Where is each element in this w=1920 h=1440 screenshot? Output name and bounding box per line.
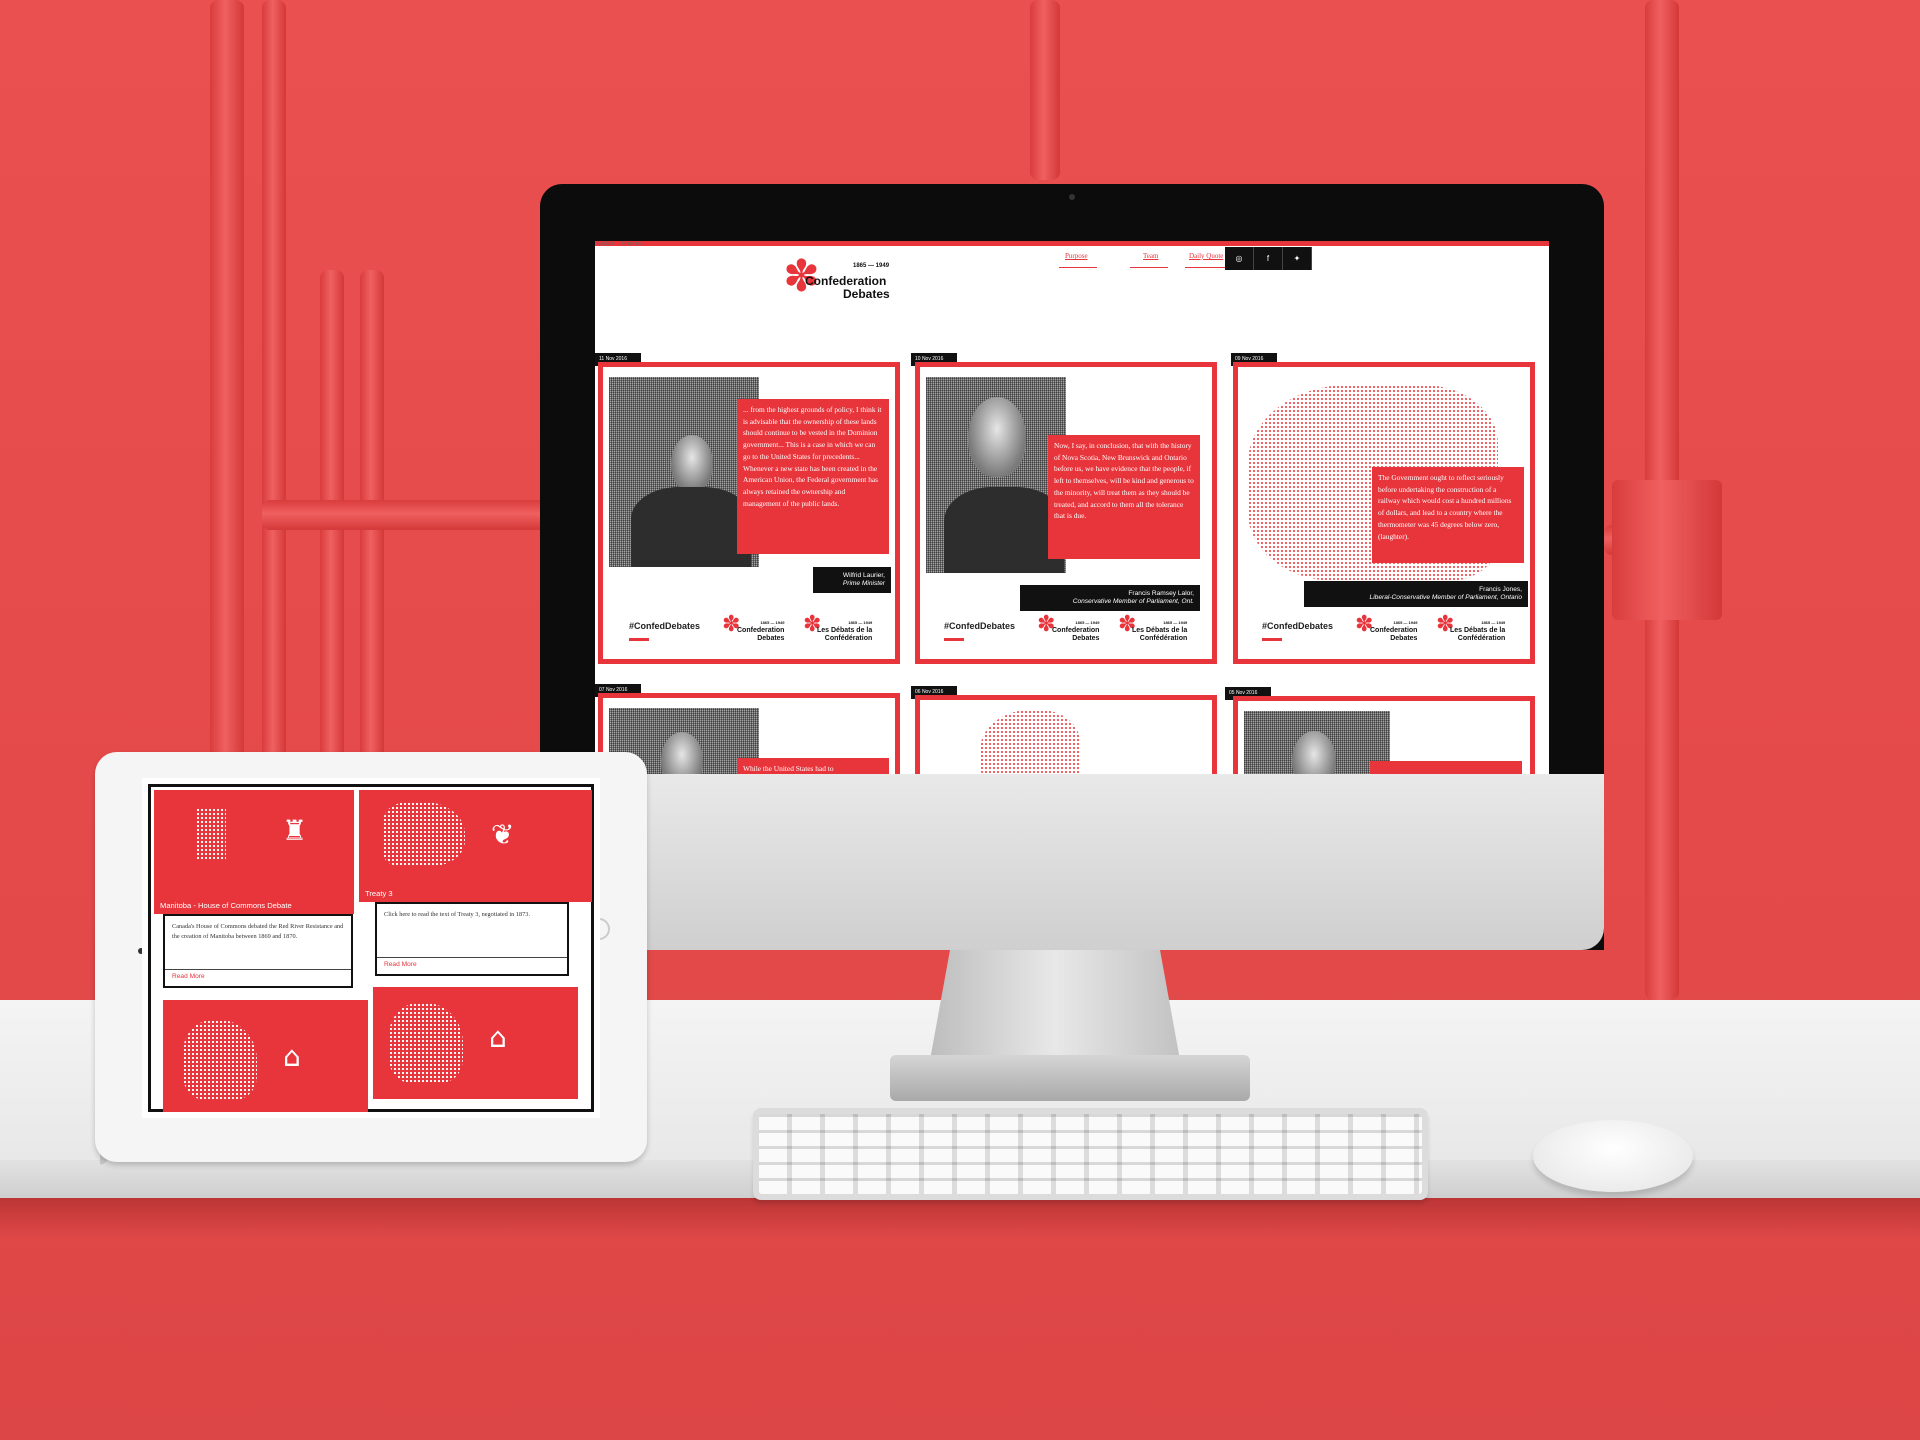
hashtag-underline [629, 638, 649, 641]
wall-pipe [210, 0, 244, 760]
manitoba-map-icon [196, 808, 226, 860]
tile-description-card: Click here to read the text of Treaty 3,… [375, 902, 569, 976]
logo-name-line1: Confederation [805, 274, 887, 288]
speaker-role: Prime Minister [842, 580, 885, 587]
camera-icon [1069, 194, 1075, 200]
website-screen: English Français ✽ 1865 — 1949 Confedera… [595, 241, 1549, 774]
speaker-name: Wilfrid Laurier, [842, 572, 885, 579]
wall-pipe [1030, 0, 1060, 180]
canada-map [980, 710, 1080, 774]
speaker-name: Francis Jones, [1479, 586, 1522, 593]
ontario-map-icon [183, 1020, 257, 1100]
ontario-map-icon [383, 802, 465, 866]
quote-card[interactable] [1233, 696, 1535, 774]
brand-english: 1865 — 1949 Confederation Debates [1052, 620, 1100, 642]
feather-icon: ❦ [491, 818, 515, 851]
nav-underline [1130, 267, 1168, 268]
quote-card[interactable]: Now, I say, in conclusion, that with the… [915, 362, 1217, 664]
wall-pipe [262, 500, 562, 530]
hashtag: #ConfedDebates [944, 621, 1016, 631]
quote-text [1370, 761, 1522, 774]
twitter-icon[interactable]: ✦ [1283, 247, 1312, 270]
topic-tile[interactable]: ❦ Treaty 3 [359, 790, 592, 902]
nav-team[interactable]: Team [1143, 252, 1158, 260]
tile-title: Manitoba - House of Commons Debate [160, 901, 292, 910]
parliament-tower-icon: ♜ [282, 814, 308, 847]
wall-pipe [262, 0, 286, 760]
mouse [1533, 1120, 1693, 1192]
topic-tile[interactable]: ⌂ [373, 987, 578, 1099]
quote-text: While the United States had to [737, 758, 889, 774]
divider [377, 957, 567, 958]
read-more-link[interactable]: Read More [172, 972, 205, 982]
brand-french: 1865 — 1949 Les Débats de la Confédération [1450, 620, 1506, 642]
hashtag-underline [1262, 638, 1282, 641]
nav-purpose[interactable]: Purpose [1065, 252, 1088, 260]
speaker-label: Francis Jones, Liberal-Conservative Memb… [1304, 581, 1528, 607]
speaker-name: Francis Ramsey Lalor, [1128, 590, 1194, 597]
speaker-label: Wilfrid Laurier, Prime Minister [813, 567, 891, 593]
language-english-link[interactable]: English [597, 241, 613, 247]
quote-text: Now, I say, in conclusion, that with the… [1048, 435, 1200, 559]
tile-description: Click here to read the text of Treaty 3,… [384, 911, 531, 918]
ontario-map-icon [389, 1003, 463, 1083]
read-more-link[interactable]: Read More [384, 960, 417, 970]
parliament-building-icon: ⌂ [489, 1021, 507, 1054]
logo-years: 1865 — 1949 [853, 263, 890, 269]
topic-tile[interactable]: ⌂ [163, 1000, 368, 1112]
portrait-photo [926, 377, 1066, 573]
language-french-link[interactable]: Français [622, 241, 641, 247]
tile-description: Canada's House of Commons debated the Re… [172, 923, 344, 940]
quote-text: The Government ought to reflect seriousl… [1372, 467, 1524, 563]
speaker-role: Conservative Member of Parliament, Ont. [1072, 598, 1194, 605]
hashtag: #ConfedDebates [1262, 621, 1334, 631]
brand-english: 1865 — 1949 Confederation Debates [737, 620, 785, 642]
keyboard [753, 1108, 1428, 1200]
quote-card[interactable]: ... from the highest grounds of policy, … [598, 362, 900, 664]
tile-title: Treaty 3 [365, 889, 393, 898]
logo-name-line2: Debates [843, 287, 890, 301]
instagram-icon[interactable]: ◎ [1225, 247, 1254, 270]
tablet-content-frame: ♜ Manitoba - House of Commons Debate Can… [148, 784, 594, 1112]
site-logo[interactable]: ✽ 1865 — 1949 Confederation Debates [783, 253, 908, 308]
imac-chin [540, 774, 1604, 950]
desk-shadow [0, 1198, 1920, 1238]
hashtag: #ConfedDebates [629, 621, 701, 631]
quote-card[interactable] [915, 695, 1217, 774]
quote-card[interactable]: The Government ought to reflect seriousl… [1233, 362, 1535, 664]
divider [165, 969, 351, 970]
imac-stand-foot [890, 1055, 1250, 1101]
nav-daily-quote[interactable]: Daily Quote [1189, 252, 1223, 260]
tile-description-card: Canada's House of Commons debated the Re… [163, 914, 353, 988]
nav-underline [1059, 267, 1097, 268]
hashtag-underline [944, 638, 964, 641]
speaker-role: Liberal-Conservative Member of Parliamen… [1369, 594, 1522, 601]
brand-french: 1865 — 1949 Les Débats de la Confédération [817, 620, 873, 642]
speaker-label: Francis Ramsey Lalor, Conservative Membe… [1020, 585, 1200, 611]
junction-box [1612, 480, 1722, 620]
top-accent-bar [595, 241, 1549, 246]
imac-stand-neck [930, 950, 1180, 1060]
brand-french: 1865 — 1949 Les Débats de la Confédération [1132, 620, 1188, 642]
portrait-photo [1244, 711, 1390, 774]
topic-tile[interactable]: ♜ Manitoba - House of Commons Debate [154, 790, 354, 914]
tablet-screen: ♜ Manitoba - House of Commons Debate Can… [142, 778, 600, 1118]
parliament-building-icon: ⌂ [283, 1040, 301, 1073]
quote-text: ... from the highest grounds of policy, … [737, 399, 889, 554]
facebook-icon[interactable]: f [1254, 247, 1283, 270]
brand-english: 1865 — 1949 Confederation Debates [1370, 620, 1418, 642]
nav-underline [1185, 267, 1225, 268]
